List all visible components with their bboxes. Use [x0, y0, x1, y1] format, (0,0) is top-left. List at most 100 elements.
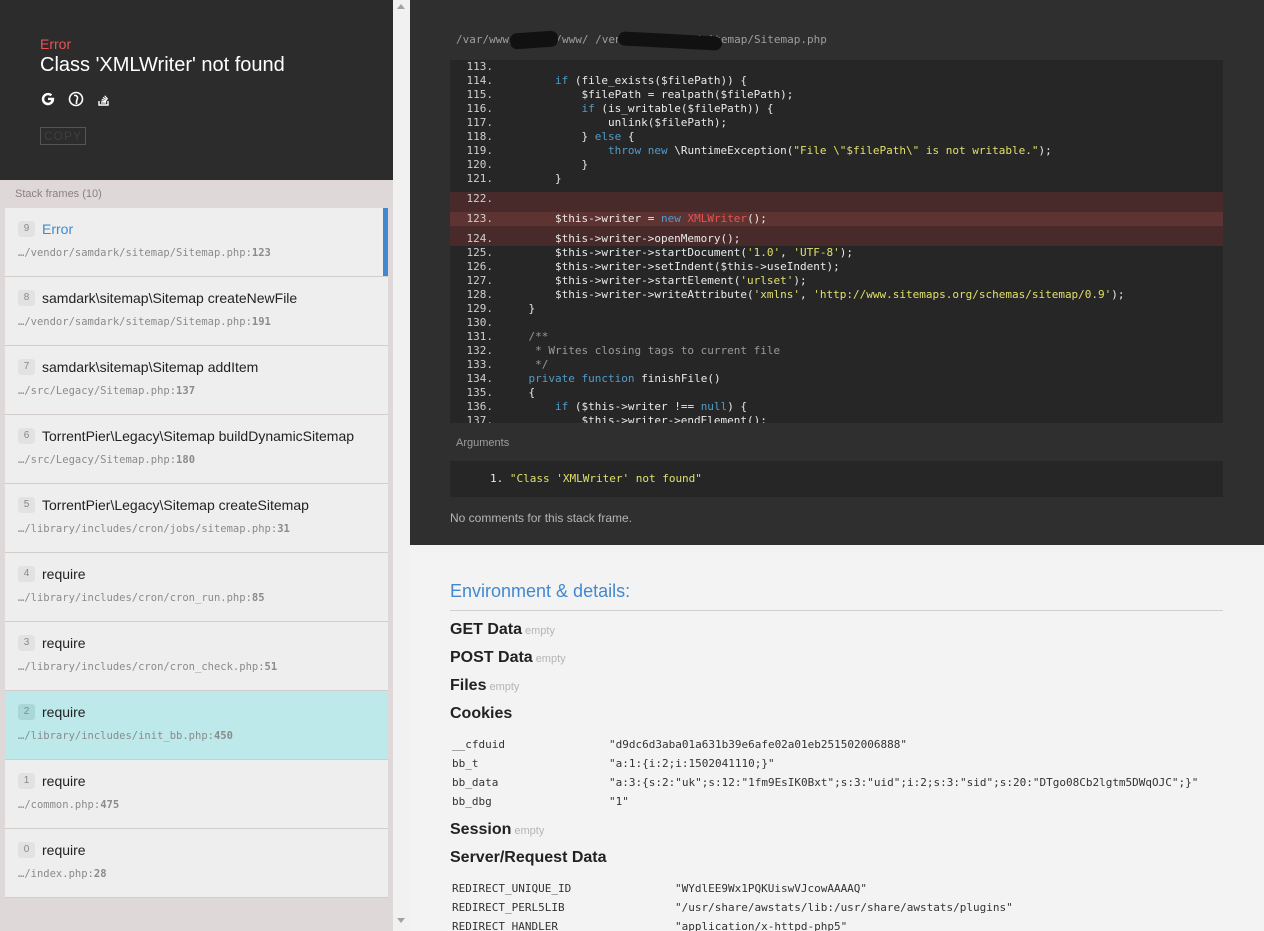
- frame-path: …/vendor/samdark/sitemap/Sitemap.php:123: [18, 247, 271, 259]
- code-line: 113.: [466, 60, 494, 73]
- code-line: 137. $this->writer->endElement();: [466, 414, 767, 423]
- stack-frame-2[interactable]: 2 require …/library/includes/init_bb.php:…: [5, 691, 388, 760]
- code-line: 115. $filePath = realpath($filePath);: [466, 88, 794, 101]
- frame-class: require: [42, 704, 86, 720]
- google-icon[interactable]: [40, 91, 56, 107]
- frame-path: …/src/Legacy/Sitemap.php:137: [18, 385, 196, 397]
- code-line: 119. throw new \RuntimeException("File \…: [466, 144, 1052, 157]
- frame-index: 0: [18, 842, 35, 858]
- copy-button[interactable]: COPY: [40, 127, 87, 145]
- code-line: 130.: [466, 316, 494, 329]
- table-row: REDIRECT_UNIQUE_ID "WYdlEE9Wx1PQKUiswVJco…: [452, 882, 868, 895]
- scroll-down-arrow-icon[interactable]: [397, 918, 405, 923]
- frame-class: require: [42, 566, 86, 582]
- code-line: 122.: [450, 192, 1223, 206]
- frame-path: …/library/includes/init_bb.php:450: [18, 730, 233, 742]
- environment-title: Environment & details:: [450, 581, 1223, 611]
- frame-path: …/common.php:475: [18, 799, 120, 811]
- code-line: 134. private function finishFile(): [466, 372, 721, 385]
- code-line: 132. * Writes closing tags to current fi…: [466, 344, 781, 357]
- frame-path: …/vendor/samdark/sitemap/Sitemap.php:191: [18, 316, 271, 328]
- scrollbar[interactable]: [393, 0, 410, 931]
- server-table: REDIRECT_UNIQUE_ID "WYdlEE9Wx1PQKUiswVJco…: [452, 879, 1013, 931]
- files-heading: Files empty: [450, 677, 520, 694]
- stack-frame-6[interactable]: 6 TorrentPier\Legacy\Sitemap buildDynamic…: [5, 415, 388, 484]
- no-comments-text: No comments for this stack frame.: [450, 511, 633, 525]
- exception-header: Error Class 'XMLWriter' not found COPY: [0, 0, 393, 180]
- frame-index: 7: [18, 359, 35, 375]
- code-section: /var/www/ /data/www/ /vendor/samdark/sit…: [410, 0, 1264, 545]
- session-heading: Session empty: [450, 821, 545, 838]
- duckduckgo-icon[interactable]: [68, 91, 84, 107]
- code-line: 129. }: [466, 302, 536, 315]
- frame-index: 1: [18, 773, 35, 789]
- code-line: 121. }: [466, 172, 562, 185]
- code-line: 117. unlink($filePath);: [466, 116, 728, 129]
- table-row: bb_dbg "1": [452, 795, 629, 808]
- frame-path: …/src/Legacy/Sitemap.php:180: [18, 454, 196, 466]
- code-line: 131. /**: [466, 330, 549, 343]
- frame-class: require: [42, 773, 86, 789]
- stack-frame-3[interactable]: 3 require …/library/includes/cron/cron_ch…: [5, 622, 388, 691]
- stack-frame-0[interactable]: 0 require …/index.php:28: [5, 829, 388, 898]
- table-row: REDIRECT_PERL5LIB "/usr/share/awstats/lib…: [452, 901, 1013, 914]
- cookies-table: __cfduid "d9dc6d3aba01a631b39e6afe02a01eb…: [452, 735, 1198, 811]
- code-line: 133. */: [466, 358, 549, 371]
- stack-frame-8[interactable]: 8 samdark\sitemap\Sitemap createNewFile ……: [5, 277, 388, 346]
- frame-class: TorrentPier\Legacy\Sitemap buildDynamicS…: [42, 428, 355, 444]
- table-row: __cfduid "d9dc6d3aba01a631b39e6afe02a01eb…: [452, 738, 908, 751]
- frame-class: samdark\sitemap\Sitemap addItem: [42, 359, 259, 375]
- exception-message: Class 'XMLWriter' not found: [40, 54, 285, 76]
- redaction-mark: [509, 30, 559, 50]
- arguments-title: Arguments: [456, 437, 510, 449]
- frame-index: 3: [18, 635, 35, 651]
- frame-class: require: [42, 635, 86, 651]
- code-line: 118. } else {: [466, 130, 635, 143]
- argument-value: "Class 'XMLWriter' not found": [509, 472, 702, 485]
- details-panel: /var/www/ /data/www/ /vendor/samdark/sit…: [410, 0, 1264, 931]
- stack-frame-7[interactable]: 7 samdark\sitemap\Sitemap addItem …/src/L…: [5, 346, 388, 415]
- code-line: 120. }: [466, 158, 589, 171]
- table-row: REDIRECT_HANDLER "application/x-httpd-php…: [452, 920, 848, 931]
- code-line: 124. $this->writer->openMemory();: [450, 232, 1223, 246]
- frame-index: 2: [18, 704, 35, 720]
- code-line: 127. $this->writer->startElement('urlset…: [466, 274, 807, 287]
- code-line: 135. {: [466, 386, 536, 399]
- code-line: 125. $this->writer->startDocument('1.0',…: [466, 246, 854, 259]
- arguments-list: 1. "Class 'XMLWriter' not found": [450, 461, 1223, 497]
- table-row: bb_data "a:3:{s:2:"uk";s:12:"1fm9EsIK0Bxt…: [452, 776, 1199, 789]
- code-line: 114. if (file_exists($filePath)) {: [466, 74, 748, 87]
- stack-frame-9[interactable]: 9 Error …/vendor/samdark/sitemap/Sitemap.…: [5, 208, 388, 277]
- stack-frame-1[interactable]: 1 require …/common.php:475: [5, 760, 388, 829]
- search-links: [40, 91, 353, 107]
- stack-frame-4[interactable]: 4 require …/library/includes/cron/cron_ru…: [5, 553, 388, 622]
- code-line: 126. $this->writer->setIndent($this->use…: [466, 260, 840, 273]
- left-panel: Error Class 'XMLWriter' not found COPY S…: [0, 0, 393, 931]
- frame-path: …/library/includes/cron/cron_run.php:85: [18, 592, 265, 604]
- frame-class: Error: [42, 221, 74, 237]
- argument-index: 1.: [490, 472, 504, 485]
- code-line: 123. $this->writer = new XMLWriter();: [450, 212, 1223, 226]
- frame-index: 6: [18, 428, 35, 444]
- post-data-heading: POST Data empty: [450, 649, 566, 666]
- frame-index: 4: [18, 566, 35, 582]
- code-viewer: 113. 114. if (file_exists($filePath)) {11…: [450, 60, 1223, 423]
- server-data-heading: Server/Request Data: [450, 849, 607, 866]
- frame-path: …/library/includes/cron/cron_check.php:5…: [18, 661, 278, 673]
- frame-index: 5: [18, 497, 35, 513]
- exception-type: Error: [40, 36, 72, 52]
- code-line: 128. $this->writer->writeAttribute('xmln…: [466, 288, 1125, 301]
- stack-frame-5[interactable]: 5 TorrentPier\Legacy\Sitemap createSitema…: [5, 484, 388, 553]
- frame-path: …/library/includes/cron/jobs/sitemap.php…: [18, 523, 290, 535]
- code-line: 136. if ($this->writer !== null) {: [466, 400, 748, 413]
- environment-section: Environment & details: GET Data empty POS…: [410, 545, 1264, 931]
- table-row: bb_t "a:1:{i:2;i:1502041110;}": [452, 757, 775, 770]
- frame-class: samdark\sitemap\Sitemap createNewFile: [42, 290, 298, 306]
- code-line: 116. if (is_writable($filePath)) {: [466, 102, 774, 115]
- frame-path: …/index.php:28: [18, 868, 107, 880]
- scroll-up-arrow-icon[interactable]: [397, 4, 405, 9]
- frame-class: require: [42, 842, 86, 858]
- stackoverflow-icon[interactable]: [96, 91, 112, 107]
- get-data-heading: GET Data empty: [450, 621, 555, 638]
- frame-class: TorrentPier\Legacy\Sitemap createSitemap: [42, 497, 309, 513]
